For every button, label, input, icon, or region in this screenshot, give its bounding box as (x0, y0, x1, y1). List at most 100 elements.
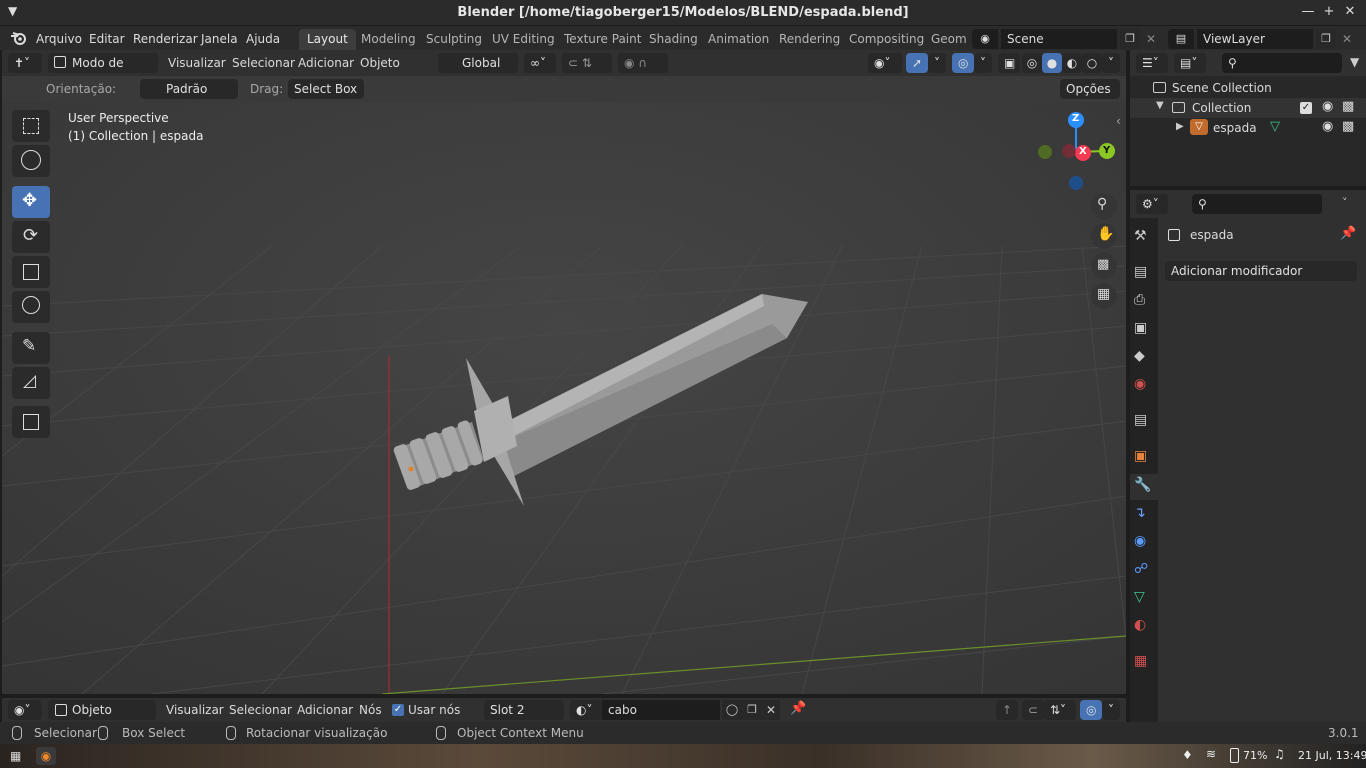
material-properties-icon[interactable]: ◐ (1134, 617, 1154, 637)
tab-layout[interactable]: Layout (299, 29, 356, 50)
tool-scale[interactable] (12, 256, 50, 288)
menu-ajuda[interactable]: Ajuda (246, 30, 280, 48)
scene-selector[interactable]: Scene (1001, 29, 1117, 49)
scene-icon[interactable]: ◉ (972, 29, 998, 49)
shader-snap-dropdown[interactable]: ⇅˅ (1044, 700, 1076, 720)
use-nodes-checkbox[interactable]: ✓ (392, 704, 404, 716)
options-dropdown[interactable]: Opções (1060, 79, 1120, 99)
xray-toggle[interactable]: ▣ (998, 53, 1020, 73)
shader-menu-nos[interactable]: Nós (359, 700, 382, 720)
menu-adicionar[interactable]: Adicionar (298, 53, 354, 73)
scene-remove-icon[interactable]: ✕ (1142, 29, 1160, 49)
particles-properties-icon[interactable]: ↴ (1134, 505, 1154, 525)
shader-pin-icon[interactable]: 📌 (790, 701, 806, 716)
app-grid-icon[interactable]: ▦ (10, 749, 21, 763)
close-button[interactable]: ✕ (1342, 4, 1358, 20)
pan-button[interactable]: ✋ (1091, 223, 1117, 249)
blender-taskbar-icon[interactable]: ◉ (36, 747, 56, 765)
properties-editor-type[interactable]: ⚙˅ (1136, 194, 1168, 214)
tool-cursor[interactable] (12, 145, 50, 177)
menu-objeto[interactable]: Objeto (360, 53, 400, 73)
tool-rotate[interactable]: ⟳ (12, 221, 50, 253)
parent-node-tree-button[interactable]: ↑ (996, 700, 1018, 720)
visibility-dropdown[interactable]: ◉˅ (868, 53, 902, 73)
shading-dropdown[interactable]: ˅ (1102, 53, 1120, 73)
collection-properties-icon[interactable]: ▤ (1134, 412, 1154, 432)
material-duplicate-icon[interactable]: ❐ (742, 700, 762, 720)
tab-geometry-nodes[interactable]: Geom (923, 29, 968, 50)
menu-selecionar[interactable]: Selecionar (232, 53, 295, 73)
zoom-button[interactable]: ⚲ (1091, 193, 1117, 219)
scene-collection-item[interactable]: Scene Collection (1152, 78, 1272, 98)
proportional-editing-toggle[interactable]: ◉ ∩ (618, 53, 668, 73)
view-layer-duplicate-icon[interactable]: ❐ (1316, 29, 1336, 49)
collection-visibility-icon[interactable]: ◉ (1322, 99, 1333, 114)
scene-duplicate-icon[interactable]: ❐ (1120, 29, 1140, 49)
object-label[interactable]: espada (1213, 118, 1257, 138)
expand-object-icon[interactable]: ▶ (1176, 121, 1184, 132)
wifi-icon[interactable]: ≋ (1206, 747, 1216, 761)
menu-editar[interactable]: Editar (89, 30, 125, 48)
battery-icon[interactable] (1230, 748, 1239, 763)
outliner-search-input[interactable]: ⚲ (1222, 53, 1342, 73)
shader-menu-visualizar[interactable]: Visualizar (166, 700, 224, 720)
properties-options-icon[interactable]: ˅ (1342, 196, 1348, 209)
tool-measure[interactable]: ◿ (12, 367, 50, 399)
constraints-properties-icon[interactable]: ☍ (1134, 561, 1154, 581)
tab-rendering[interactable]: Rendering (771, 29, 848, 50)
tab-texture-paint[interactable]: Texture Paint (556, 29, 649, 50)
tab-shading[interactable]: Shading (641, 29, 706, 50)
render-properties-icon[interactable]: ▤ (1134, 264, 1154, 284)
view-layer-icon[interactable]: ▤ (1168, 29, 1194, 49)
view-layer-properties-icon[interactable]: ▣ (1134, 320, 1154, 340)
mesh-data-icon[interactable]: ▽ (1270, 119, 1280, 134)
clock[interactable]: 21 Jul, 13:49 (1298, 746, 1366, 766)
scene-properties-icon[interactable]: ◆ (1134, 348, 1154, 368)
volume-icon[interactable]: ♫ (1274, 747, 1285, 761)
shader-overlays-toggle[interactable]: ◎ (1080, 700, 1102, 720)
pin-icon[interactable]: 📌 (1340, 226, 1356, 241)
3d-viewport[interactable]: User Perspective (1) Collection | espada… (2, 76, 1126, 694)
object-visibility-icon[interactable]: ◉ (1322, 119, 1333, 134)
transform-orientation-dropdown[interactable]: Global (438, 53, 518, 73)
editor-type-button[interactable]: ✝˅ (8, 53, 42, 73)
tab-sculpting[interactable]: Sculpting (418, 29, 490, 50)
overlays-toggle[interactable]: ◎ (952, 53, 974, 73)
pivot-point-dropdown[interactable]: ∞˅ (524, 53, 556, 73)
tab-compositing[interactable]: Compositing (841, 29, 932, 50)
object-properties-icon[interactable]: ▣ (1134, 448, 1154, 468)
data-properties-icon[interactable]: ▽ (1134, 589, 1154, 609)
menu-renderizar[interactable]: Renderizar (133, 30, 198, 48)
gizmo-dropdown[interactable]: ˅ (928, 53, 946, 73)
tool-add-cube[interactable] (12, 406, 50, 438)
filter-icon[interactable]: ▼ (1350, 55, 1359, 69)
tab-modeling[interactable]: Modeling (353, 29, 424, 50)
tab-animation[interactable]: Animation (700, 29, 777, 50)
shading-rendered-button[interactable]: ○ (1082, 53, 1102, 73)
output-properties-icon[interactable]: ⎙ (1134, 292, 1154, 312)
add-modifier-dropdown[interactable]: Adicionar modificador (1165, 261, 1357, 281)
collection-render-icon[interactable]: ▩ (1342, 99, 1354, 114)
shader-snap-toggle[interactable]: ⊂ (1022, 700, 1044, 720)
shader-overlays-dropdown[interactable]: ˅ (1102, 700, 1120, 720)
blender-logo-icon[interactable] (10, 30, 28, 46)
material-name-field[interactable]: cabo (602, 700, 720, 720)
outliner-display-mode[interactable]: ▤˅ (1174, 53, 1206, 73)
use-nodes-label[interactable]: Usar nós (408, 700, 460, 720)
shader-editor-type[interactable]: ◉˅ (8, 700, 42, 720)
shading-material-button[interactable]: ◐ (1062, 53, 1082, 73)
menu-visualizar[interactable]: Visualizar (168, 53, 226, 73)
camera-view-button[interactable]: ▩ (1091, 253, 1117, 279)
collection-checkbox[interactable]: ✓ (1300, 102, 1312, 114)
menu-arquivo[interactable]: Arquivo (36, 30, 82, 48)
menu-janela[interactable]: Janela (201, 30, 238, 48)
tool-move[interactable]: ✥ (12, 186, 50, 218)
material-unlink-icon[interactable]: ✕ (762, 700, 780, 720)
tab-uv-editing[interactable]: UV Editing (484, 29, 563, 50)
shader-menu-selecionar[interactable]: Selecionar (229, 700, 292, 720)
shading-solid-button[interactable]: ● (1042, 53, 1062, 73)
shader-menu-adicionar[interactable]: Adicionar (297, 700, 353, 720)
view-layer-remove-icon[interactable]: ✕ (1338, 29, 1356, 49)
modifier-properties-icon[interactable]: 🔧 (1134, 477, 1154, 497)
maximize-button[interactable]: + (1321, 4, 1337, 20)
